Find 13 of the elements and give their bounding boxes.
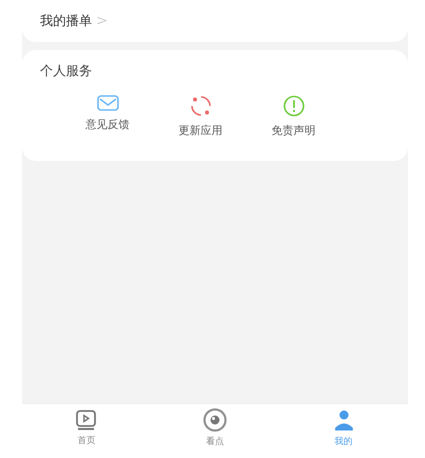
service-label[interactable]: 免责声明 [272, 123, 316, 138]
tab[interactable]: 看点 [150, 404, 280, 452]
service-label[interactable]: 意见反馈 [86, 117, 130, 132]
section-title: 个人服务 [40, 63, 92, 80]
refresh-icon [190, 95, 212, 117]
envelope-icon [96, 95, 118, 111]
chevron-icon: > [96, 13, 108, 29]
playlist-link[interactable]: 我的播单 [40, 12, 92, 30]
alert-icon [282, 95, 304, 117]
eye-circle-icon [203, 408, 227, 432]
tv-play-icon [75, 409, 98, 431]
tab[interactable]: 首页 [22, 404, 151, 452]
service-label[interactable]: 更新应用 [178, 123, 222, 138]
